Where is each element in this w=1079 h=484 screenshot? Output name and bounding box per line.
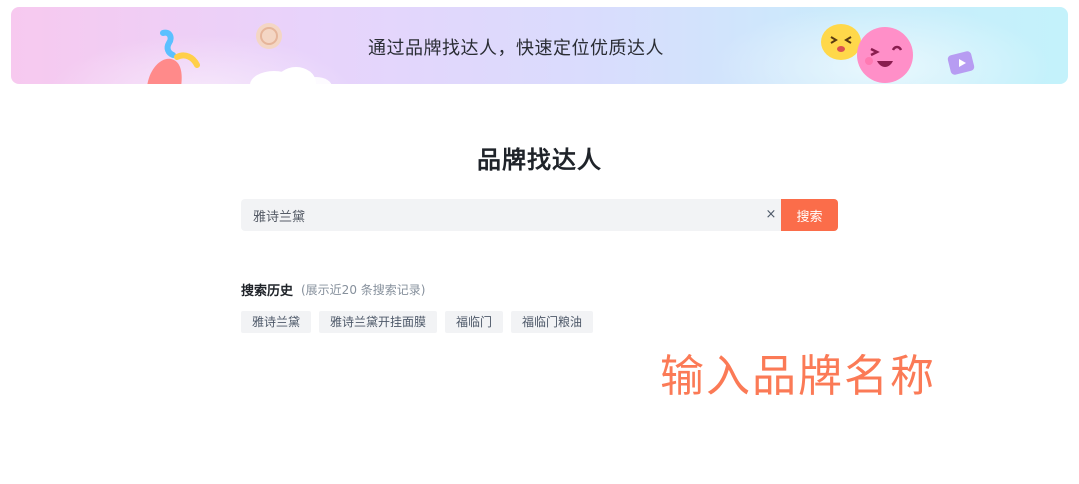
- history-title: 搜索历史: [241, 284, 294, 299]
- history-tag[interactable]: 福临门: [445, 311, 504, 333]
- search-button[interactable]: 搜索: [781, 199, 838, 231]
- search-box: ×: [241, 199, 781, 231]
- clear-icon[interactable]: ×: [763, 207, 779, 223]
- history-tag[interactable]: 雅诗兰黛开挂面膜: [319, 311, 438, 333]
- history-tag-list: 雅诗兰黛 雅诗兰黛开挂面膜 福临门 福临门粮油: [241, 311, 601, 333]
- annotation-text: 输入品牌名称: [660, 351, 936, 402]
- history-note: (展示近20 条搜索记录): [301, 283, 426, 297]
- page-title: 品牌找达人: [477, 146, 602, 174]
- history-tag[interactable]: 雅诗兰黛: [241, 311, 312, 333]
- pink-face-emoji-icon: [857, 27, 913, 83]
- search-input[interactable]: [241, 199, 751, 231]
- top-banner: 通过品牌找达人，快速定位优质达人: [11, 7, 1068, 84]
- video-card-decoration-icon: [947, 51, 975, 75]
- history-tag[interactable]: 福临门粮油: [511, 311, 594, 333]
- cloud-decoration-icon: [250, 67, 332, 84]
